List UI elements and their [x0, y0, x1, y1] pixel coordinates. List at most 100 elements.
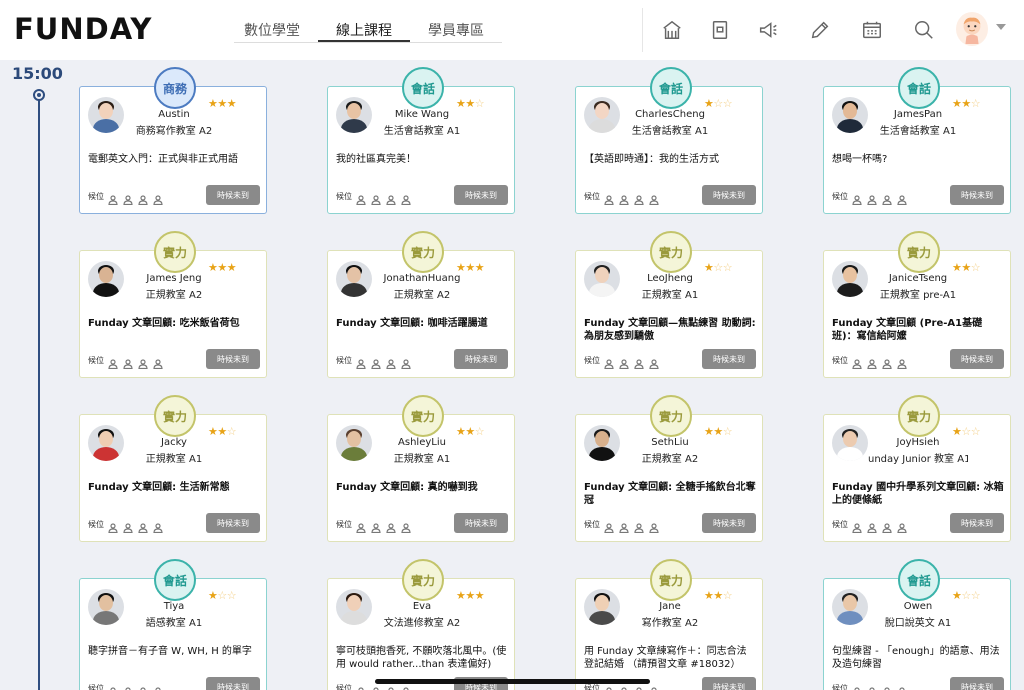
- search-icon[interactable]: [910, 16, 938, 44]
- teacher-name: JoyHsieh: [896, 437, 940, 448]
- teacher-photo[interactable]: [584, 589, 620, 625]
- course-type-badge: 實力: [650, 231, 692, 273]
- star-filled-icon: ★: [704, 97, 714, 110]
- not-yet-button[interactable]: 時候未到: [950, 513, 1004, 533]
- waitlist-label: 候位: [832, 356, 848, 365]
- waitlist-label: 候位: [584, 684, 600, 690]
- person-icon: [634, 518, 644, 534]
- user-avatar[interactable]: [956, 12, 988, 46]
- not-yet-button[interactable]: 時候未到: [206, 677, 260, 690]
- teacher-photo[interactable]: [88, 261, 124, 297]
- teacher-photo[interactable]: [584, 425, 620, 461]
- megaphone-icon[interactable]: [754, 16, 782, 44]
- star-filled-icon: ★: [474, 261, 485, 274]
- not-yet-button[interactable]: 時候未到: [206, 513, 260, 533]
- course-card[interactable]: 實力 Eva 文法進修教室 A2 ★★★ 寧可枝頭抱香死, 不願吹落北風中。(使用 wo…: [327, 559, 515, 690]
- person-icon: [852, 354, 862, 370]
- star-empty-icon: ☆: [961, 425, 971, 438]
- course-card[interactable]: 商務 Austin 商務寫作教室 A2 ★★★ 電郵英文入門：正式與非正式用語 候位 時候未…: [79, 67, 267, 214]
- course-card[interactable]: 實力 SethLiu 正規教室 A2 ★★☆ Funday 文章回顧: 全糖手搖飲台北奪…: [575, 395, 763, 542]
- difficulty-stars: ★☆☆: [952, 425, 981, 438]
- teacher-photo[interactable]: [88, 425, 124, 461]
- waitlist-seats: [108, 682, 163, 690]
- course-card[interactable]: 實力 Jacky 正規教室 A1 ★★☆ Funday 文章回顧: 生活新常態 候位 時候未…: [79, 395, 267, 542]
- course-card[interactable]: 會話 Owen 脫口說英文 A1 ★☆☆ 句型練習 - 「enough」的語意、用法及造…: [823, 559, 1011, 690]
- teacher-name: Eva: [412, 601, 432, 612]
- home-icon[interactable]: [658, 16, 686, 44]
- teacher-photo[interactable]: [832, 589, 868, 625]
- teacher-photo[interactable]: [88, 97, 124, 133]
- not-yet-button[interactable]: 時候未到: [702, 349, 756, 369]
- star-filled-icon: ★: [456, 589, 466, 602]
- teacher-photo[interactable]: [336, 589, 372, 625]
- not-yet-button[interactable]: 時候未到: [950, 677, 1004, 690]
- tab-online-courses[interactable]: 線上課程: [318, 0, 410, 60]
- person-icon: [604, 190, 614, 206]
- not-yet-button[interactable]: 時候未到: [206, 185, 260, 205]
- not-yet-button[interactable]: 時候未到: [950, 349, 1004, 369]
- tab-digital-school[interactable]: 數位學堂: [226, 0, 318, 60]
- course-card[interactable]: 實力 JoyHsieh unday Junior 教室 A1 ★☆☆ Funday 國中…: [823, 395, 1011, 542]
- person-icon: [386, 518, 396, 534]
- teacher-photo[interactable]: [832, 97, 868, 133]
- notebook-icon[interactable]: [706, 16, 734, 44]
- teacher-name: Jacky: [161, 437, 187, 448]
- course-type-badge: 商務: [154, 67, 196, 109]
- course-card[interactable]: 會話 CharlesCheng 生活會話教室 A1 ★☆☆ 【英語即時通】：我的生活方式…: [575, 67, 763, 214]
- classroom-name: unday Junior 教室 A1: [868, 454, 968, 465]
- person-icon: [852, 682, 862, 690]
- teacher-photo[interactable]: [88, 589, 124, 625]
- star-filled-icon: ★: [208, 97, 218, 110]
- course-card[interactable]: 會話 Mike Wang 生活會話教室 A1 ★★☆ 我的社區真完美！ 候位 時候未到: [327, 67, 515, 214]
- course-card[interactable]: 實力 JaniceTseng 正規教室 pre-A1 ★★☆ Funday 文章回顧 (…: [823, 231, 1011, 378]
- person-icon: [371, 190, 381, 206]
- home-indicator[interactable]: [375, 679, 650, 684]
- pencil-icon[interactable]: [806, 16, 834, 44]
- teacher-photo[interactable]: [336, 425, 372, 461]
- course-type-badge: 實力: [402, 559, 444, 601]
- person-icon: [897, 354, 907, 370]
- course-card[interactable]: 實力 James Jeng 正規教室 A2 ★★★ Funday 文章回顧: 吃米飯省荷…: [79, 231, 267, 378]
- person-icon: [108, 190, 118, 206]
- difficulty-stars: ★★☆: [952, 261, 981, 274]
- teacher-photo[interactable]: [584, 97, 620, 133]
- star-filled-icon: ★: [961, 261, 971, 274]
- star-filled-icon: ★: [456, 97, 466, 110]
- waitlist-label: 候位: [336, 684, 352, 690]
- teacher-photo[interactable]: [832, 261, 868, 297]
- course-title: Funday 文章回顧: 咖啡活躍腸道: [336, 318, 488, 329]
- teacher-name: JonathanHuang: [383, 273, 461, 284]
- person-icon: [867, 190, 877, 206]
- teacher-photo[interactable]: [584, 261, 620, 297]
- person-icon: [897, 682, 907, 690]
- not-yet-button[interactable]: 時候未到: [702, 513, 756, 533]
- chevron-down-icon[interactable]: [996, 24, 1006, 30]
- course-title: 想喝一杯嗎?: [832, 154, 888, 165]
- waitlist-seats: [108, 518, 163, 534]
- star-empty-icon: ☆: [970, 261, 981, 274]
- course-type-badge: 會話: [402, 67, 444, 109]
- course-card[interactable]: 會話 Tiya 語感教室 A1 ★☆☆ 聽字拼音－有子音 W, WH, H 的單字 候位時…: [79, 559, 267, 690]
- tab-student-area[interactable]: 學員專區: [410, 0, 502, 60]
- not-yet-button[interactable]: 時候未到: [454, 513, 508, 533]
- course-card[interactable]: 實力 LeoJheng 正規教室 A1 ★☆☆ Funday 文章回顧—焦點練習 助動詞…: [575, 231, 763, 378]
- funday-logo[interactable]: FUNDAY: [14, 12, 152, 46]
- course-card[interactable]: 會話 JamesPan 生活會話教室 A1 ★★☆ 想喝一杯嗎? 候位 時候未到: [823, 67, 1011, 214]
- waitlist-label: 候位: [584, 192, 600, 201]
- course-card[interactable]: 實力 AshleyLiu 正規教室 A1 ★★☆ Funday 文章回顧: 真的嚇到我候…: [327, 395, 515, 542]
- not-yet-button[interactable]: 時候未到: [950, 185, 1004, 205]
- not-yet-button[interactable]: 時候未到: [702, 677, 756, 690]
- course-card[interactable]: 實力 JonathanHuang 正規教室 A2 ★★★ Funday 文章回顧: 咖啡…: [327, 231, 515, 378]
- classroom-name: 正規教室 A1: [641, 290, 699, 301]
- person-icon: [649, 354, 659, 370]
- course-type-badge: 會話: [154, 559, 196, 601]
- not-yet-button[interactable]: 時候未到: [702, 185, 756, 205]
- teacher-photo[interactable]: [336, 97, 372, 133]
- not-yet-button[interactable]: 時候未到: [454, 185, 508, 205]
- not-yet-button[interactable]: 時候未到: [454, 349, 508, 369]
- teacher-photo[interactable]: [336, 261, 372, 297]
- teacher-photo[interactable]: [832, 425, 868, 461]
- course-card[interactable]: 實力 Jane 寫作教室 A2 ★★☆ 用 Funday 文章練寫作＋：同志合法登記結婚…: [575, 559, 763, 690]
- not-yet-button[interactable]: 時候未到: [206, 349, 260, 369]
- calendar-icon[interactable]: [858, 16, 886, 44]
